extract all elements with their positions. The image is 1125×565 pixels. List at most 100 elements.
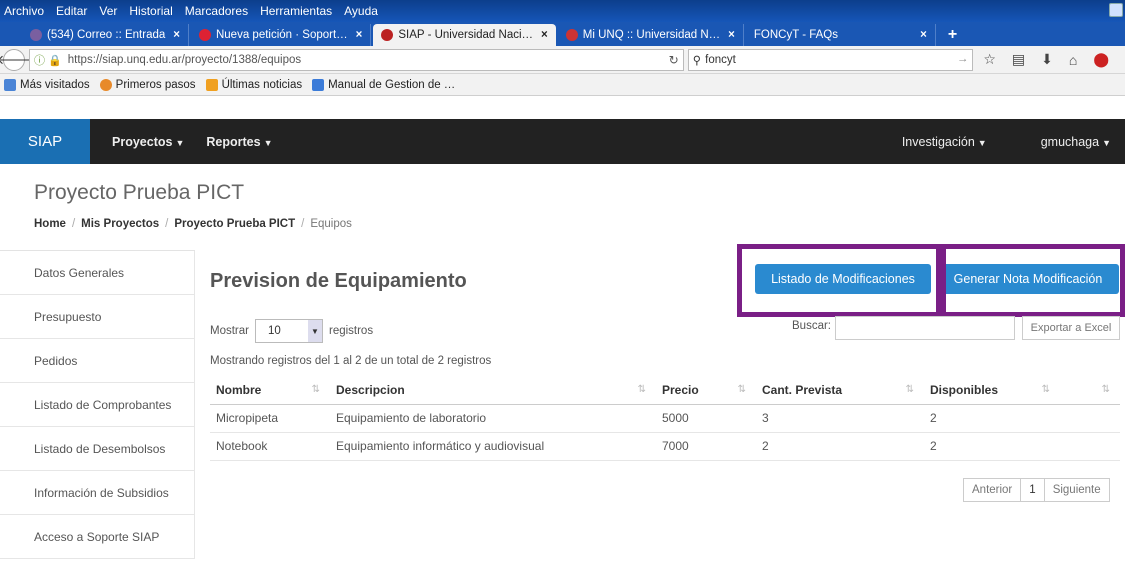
search-text: foncyt — [705, 53, 736, 66]
search-bar[interactable]: ⚲ foncyt → — [687, 48, 974, 71]
bookmark-label: Últimas noticias — [221, 78, 303, 91]
nav-investigacion[interactable]: Investigación ▼ — [902, 135, 987, 149]
sidebar-item-pedidos[interactable]: Pedidos — [0, 339, 195, 383]
pager-prev-button[interactable]: Anterior — [963, 478, 1022, 502]
unq-icon — [565, 29, 578, 41]
pagination: Anterior 1 Siguiente — [963, 478, 1110, 502]
sidebar-item-subsidios[interactable]: Información de Subsidios — [0, 471, 195, 515]
reader-icon[interactable]: ▤ — [1012, 51, 1025, 68]
page-size-select[interactable]: 10 ▼ — [254, 319, 323, 343]
sidebar-item-presupuesto[interactable]: Presupuesto — [0, 295, 195, 339]
breadcrumb-proyecto[interactable]: Proyecto Prueba PICT — [174, 218, 295, 230]
nav-label: Reportes — [206, 134, 261, 149]
breadcrumb-mis-proyectos[interactable]: Mis Proyectos — [81, 218, 159, 230]
bookmarks-bar: Más visitados Primeros pasos Últimas not… — [0, 74, 1125, 96]
breadcrumb-current: Equipos — [310, 218, 352, 230]
cell-precio: 5000 — [656, 404, 756, 433]
page-size-control: Mostrar 10 ▼ registros — [210, 319, 373, 343]
buscar-label: Buscar: — [792, 320, 831, 332]
nav-label: gmuchaga — [1040, 134, 1100, 149]
tab-correo[interactable]: (534) Correo :: Entrada × — [22, 24, 189, 46]
highlight-box-generar — [941, 244, 1125, 317]
sort-icon: ⇅ — [1101, 384, 1110, 395]
col-label: Nombre — [216, 382, 262, 397]
download-icon[interactable]: ⬇ — [1041, 51, 1053, 68]
nav-reportes[interactable]: Reportes ▼ — [206, 135, 272, 149]
cell-descripcion: Equipamiento informático y audiovisual — [330, 432, 656, 461]
siap-icon — [381, 29, 394, 41]
export-excel-button[interactable]: Exportar a Excel — [1022, 316, 1120, 340]
cell-precio: 7000 — [656, 432, 756, 461]
nav-user-menu[interactable]: gmuchaga ▼ — [1041, 135, 1111, 149]
mail-icon — [30, 29, 42, 41]
toolbar-icons: ☆ ▤ ⬇ ⌂ ⬤ — [983, 51, 1125, 68]
sort-icon: ⇅ — [637, 384, 646, 395]
col-nombre[interactable]: Nombre ⇅ — [210, 376, 330, 405]
col-disponibles[interactable]: Disponibles ⇅ — [924, 376, 1060, 405]
close-icon[interactable]: × — [541, 29, 548, 41]
col-label: Cant. Prevista — [762, 382, 843, 397]
browser-tabbar: (534) Correo :: Entrada × Nueva petición… — [0, 22, 1125, 46]
url-text: https://siap.unq.edu.ar/proyecto/1388/eq… — [67, 53, 302, 66]
home-icon[interactable]: ⌂ — [1069, 52, 1077, 68]
pager-page-1[interactable]: 1 — [1020, 478, 1045, 502]
tab-soporte[interactable]: Nueva petición · Soport… × — [191, 24, 372, 46]
sort-icon: ⇅ — [905, 384, 914, 395]
sidebar-item-datos-generales[interactable]: Datos Generales — [0, 251, 195, 295]
chevron-down-icon: ▼ — [307, 320, 322, 342]
nav-label: Proyectos — [112, 134, 173, 149]
close-icon[interactable]: × — [728, 29, 735, 41]
search-input[interactable] — [835, 316, 1015, 340]
reload-icon[interactable]: ↻ — [669, 53, 679, 67]
url-bar[interactable]: ⓘ 🔒 https://siap.unq.edu.ar/proyecto/138… — [29, 48, 684, 71]
window-restore-icon[interactable] — [1109, 3, 1123, 17]
sidebar: Datos Generales Presupuesto Pedidos List… — [0, 250, 195, 559]
arrow-right-icon[interactable]: → — [957, 53, 969, 65]
menu-herramientas[interactable]: Herramientas — [260, 4, 332, 18]
bookmark-mas-visitados[interactable]: Más visitados — [4, 78, 90, 91]
caret-down-icon: ▼ — [175, 137, 185, 148]
cell-disponibles: 2 — [924, 432, 1060, 461]
new-tab-button[interactable]: + — [948, 24, 957, 46]
nav-label: Investigación — [901, 134, 975, 149]
nav-proyectos[interactable]: Proyectos ▼ — [112, 135, 184, 149]
col-descripcion[interactable]: Descripcion ⇅ — [330, 376, 656, 405]
pager-next-button[interactable]: Siguiente — [1043, 478, 1110, 502]
col-precio[interactable]: Precio ⇅ — [656, 376, 756, 405]
bookmark-primeros-pasos[interactable]: Primeros pasos — [99, 78, 196, 91]
tab-foncyt[interactable]: FONCyT - FAQs × — [746, 24, 936, 46]
tab-unq[interactable]: Mi UNQ :: Universidad N… × — [558, 24, 744, 46]
sidebar-item-desembolsos[interactable]: Listado de Desembolsos — [0, 427, 195, 471]
tab-siap[interactable]: SIAP - Universidad Naci… × — [373, 24, 556, 46]
col-extra[interactable]: ⇅ — [1060, 376, 1120, 405]
breadcrumb-home[interactable]: Home — [34, 218, 66, 230]
menu-editar[interactable]: Editar — [56, 4, 87, 18]
sidebar-item-comprobantes[interactable]: Listado de Comprobantes — [0, 383, 195, 427]
menu-ver[interactable]: Ver — [99, 4, 117, 18]
close-icon[interactable]: × — [173, 29, 180, 41]
sidebar-item-soporte[interactable]: Acceso a Soporte SIAP — [0, 515, 195, 559]
close-icon[interactable]: × — [920, 29, 927, 41]
col-label: Descripcion — [336, 382, 405, 397]
section-title: Prevision de Equipamiento — [210, 270, 467, 292]
sort-icon: ⇅ — [737, 384, 746, 395]
menu-ayuda[interactable]: Ayuda — [344, 4, 378, 18]
adblock-icon[interactable]: ⬤ — [1093, 51, 1109, 68]
back-button[interactable]: 🡐 — [0, 48, 31, 71]
col-label: Precio — [662, 382, 699, 397]
star-icon[interactable]: ☆ — [983, 51, 996, 68]
bookmark-label: Primeros pasos — [115, 78, 196, 91]
bookmark-manual[interactable]: Manual de Gestion de … — [312, 78, 455, 91]
brand-logo[interactable]: SIAP — [0, 119, 90, 164]
close-icon[interactable]: × — [356, 29, 363, 41]
highlight-box-listado — [737, 244, 941, 317]
firefox-icon — [99, 78, 112, 91]
page-title: Proyecto Prueba PICT — [34, 181, 245, 204]
menu-archivo[interactable]: Archivo — [4, 4, 44, 18]
menu-historial[interactable]: Historial — [129, 4, 172, 18]
col-cant-prevista[interactable]: Cant. Prevista ⇅ — [756, 376, 924, 405]
cell-disponibles: 2 — [924, 404, 1060, 433]
bookmark-ultimas-noticias[interactable]: Últimas noticias — [205, 78, 303, 91]
menu-marcadores[interactable]: Marcadores — [185, 4, 248, 18]
tab-label: Mi UNQ :: Universidad N… — [582, 29, 721, 41]
